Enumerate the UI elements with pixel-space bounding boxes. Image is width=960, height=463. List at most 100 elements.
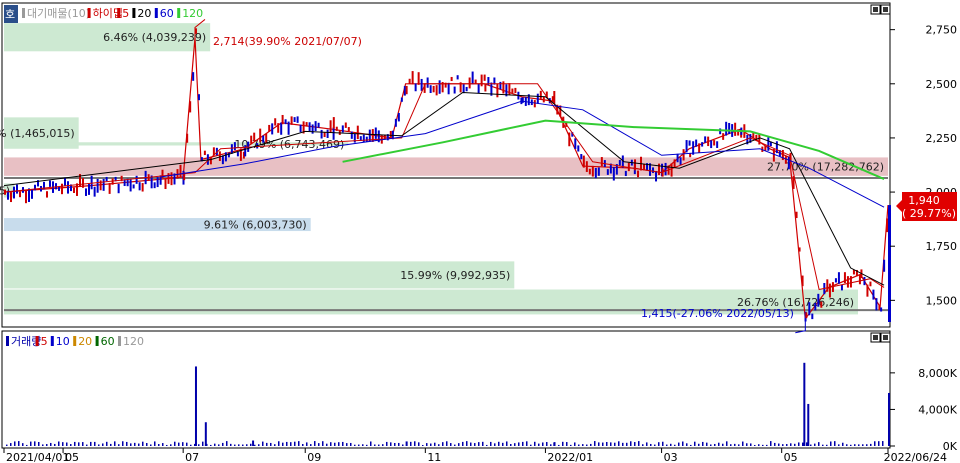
- price-candle: [849, 276, 852, 288]
- volume-bar: [34, 441, 36, 446]
- volume-bar: [54, 443, 56, 446]
- price-candle: [456, 75, 459, 80]
- price-candle: [484, 84, 487, 92]
- price-candle: [468, 77, 471, 89]
- volume-bar: [814, 443, 816, 446]
- volume-bar: [382, 444, 384, 446]
- price-candle: [408, 78, 411, 84]
- legend-swatch: [22, 8, 25, 18]
- volume-bar: [530, 444, 532, 446]
- volume-bar: [830, 441, 832, 446]
- price-candle: [405, 85, 408, 95]
- price-candle: [767, 137, 770, 151]
- volume-bar: [418, 442, 420, 446]
- volume-bar: [138, 443, 140, 446]
- volume-bar: [18, 441, 20, 446]
- volume-bar: [306, 442, 308, 446]
- volume-panel-frame: [1, 330, 891, 449]
- legend-swatch: [154, 8, 158, 18]
- volume-bar: [174, 441, 176, 446]
- volume-bar: [682, 441, 684, 446]
- legend-label: 10: [56, 335, 70, 348]
- price-candle: [542, 96, 545, 103]
- price-candle: [886, 218, 889, 233]
- volume-bar: [634, 442, 636, 446]
- volume-bar: [234, 444, 236, 446]
- price-candle: [805, 312, 808, 319]
- legend-label: 120: [123, 335, 144, 348]
- volume-bar: [426, 443, 428, 446]
- volume-bar: [710, 444, 712, 446]
- price-candle: [462, 84, 465, 94]
- price-candle: [594, 167, 597, 179]
- volume-bar: [838, 444, 840, 446]
- volume-bar: [142, 441, 144, 446]
- volume-bar: [122, 441, 124, 446]
- price-candle: [135, 175, 138, 184]
- volume-bar: [638, 441, 640, 446]
- volume-bar: [866, 444, 868, 446]
- volume-bar: [66, 442, 68, 446]
- price-candle: [655, 171, 658, 182]
- price-candle: [203, 150, 206, 156]
- price-candle: [186, 133, 189, 143]
- price-candle: [350, 131, 353, 139]
- volume-bar: [82, 442, 84, 446]
- volume-bar: [302, 444, 304, 446]
- price-candle: [49, 180, 51, 187]
- volume-bar: [574, 442, 576, 446]
- volume-bar: [806, 442, 808, 446]
- volume-bar: [410, 441, 412, 446]
- volume-bar: [274, 444, 276, 446]
- price-candle: [105, 176, 108, 182]
- price-candle: [652, 167, 655, 173]
- price-candle: [435, 85, 438, 96]
- price-candle: [600, 157, 603, 167]
- last-price-bar: [888, 205, 891, 322]
- volume-bar: [50, 442, 52, 446]
- volume-bar: [206, 443, 208, 446]
- price-candle: [299, 124, 302, 133]
- price-candle: [728, 122, 731, 135]
- price-candle: [179, 164, 182, 178]
- legend-label: 60: [101, 335, 115, 348]
- price-candle: [259, 128, 262, 143]
- price-candle: [85, 188, 87, 196]
- legend-swatch: [50, 336, 54, 346]
- volume-profile-label: 9.61% (6,003,730): [204, 219, 307, 232]
- volume-bar: [542, 442, 544, 446]
- volume-bar: [194, 366, 197, 446]
- volume-bar: [858, 444, 860, 446]
- volume-bar: [386, 441, 388, 446]
- volume-bar: [750, 443, 752, 446]
- price-candle: [389, 130, 392, 137]
- volume-bar: [166, 444, 168, 446]
- volume-bar: [450, 443, 452, 446]
- price-candle: [265, 133, 268, 144]
- price-candle: [612, 167, 615, 181]
- volume-bar: [803, 362, 806, 446]
- legend-swatch: [87, 8, 91, 18]
- stock-chart: 0.32% (198,935)2.34% (1,465,015)6.46% (4…: [0, 2, 958, 463]
- volume-bar: [282, 442, 284, 446]
- volume-bar: [294, 441, 296, 446]
- volume-bar: [270, 442, 272, 446]
- time-axis-label: 05: [65, 451, 79, 463]
- volume-bar: [754, 444, 756, 446]
- volume-bar: [310, 444, 312, 446]
- price-candle: [374, 127, 377, 139]
- volume-bar: [822, 444, 824, 446]
- volume-bar: [362, 444, 364, 446]
- price-candle: [775, 141, 778, 154]
- price-candle: [875, 298, 878, 311]
- volume-bar: [454, 444, 456, 446]
- volume-bar: [42, 444, 44, 446]
- price-candle: [341, 125, 344, 133]
- price-candle: [846, 276, 849, 288]
- volume-bar: [782, 444, 784, 446]
- price-candle: [13, 186, 15, 199]
- price-candle: [274, 118, 277, 126]
- volume-bar: [146, 442, 148, 446]
- volume-bar: [70, 444, 72, 446]
- price-candle: [784, 156, 787, 164]
